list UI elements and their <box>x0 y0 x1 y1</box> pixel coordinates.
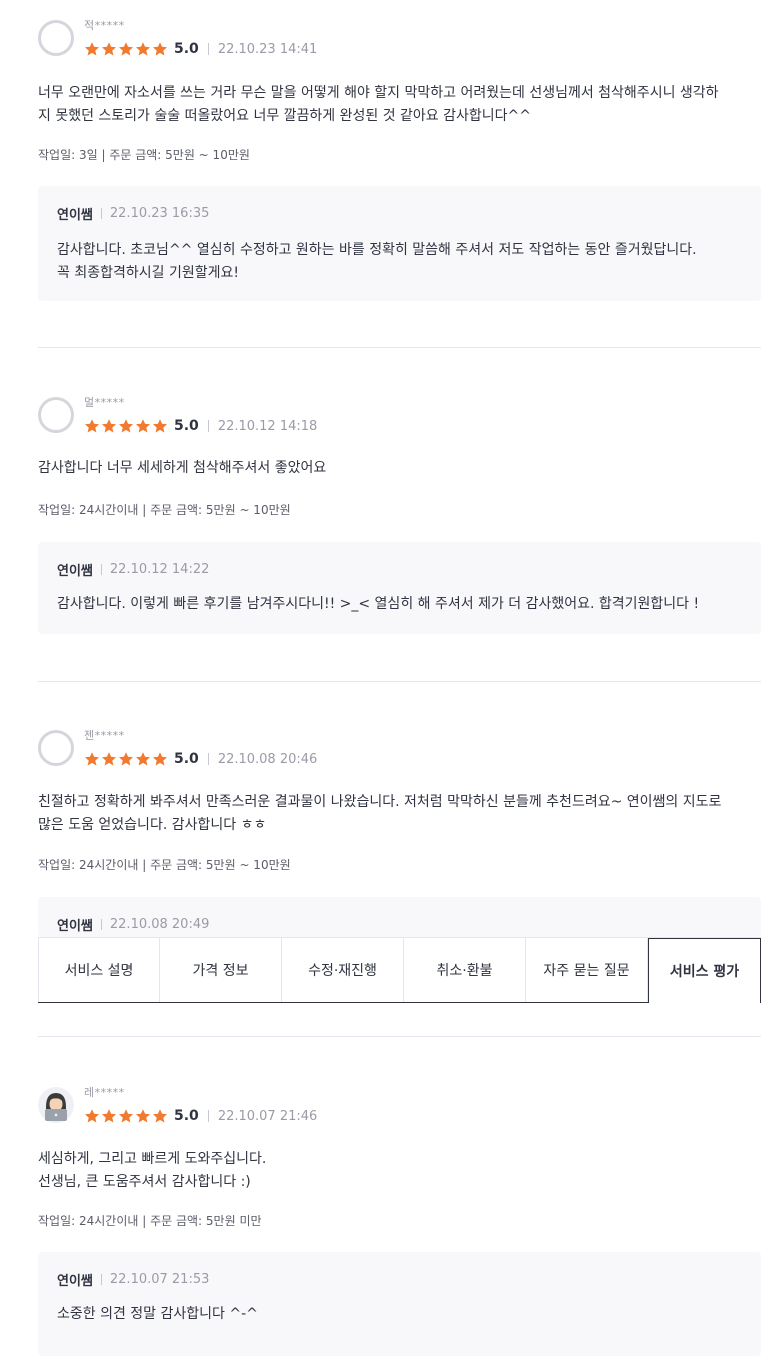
star-icon <box>153 752 167 766</box>
default-avatar-icon <box>38 397 74 433</box>
star-rating <box>84 1108 168 1124</box>
reply-header: 연이쌤 22.10.08 20:49 <box>57 915 209 934</box>
divider <box>100 208 102 219</box>
rating-row: 5.0 22.10.08 20:46 <box>84 750 317 768</box>
divider <box>100 919 102 930</box>
reviewer-nickname: 젠***** <box>84 729 125 742</box>
star-icon <box>119 42 133 56</box>
review-meta: 작업일: 3일 | 주문 금액: 5만원 ~ 10만원 <box>38 148 250 162</box>
star-icon <box>102 1109 116 1123</box>
divider <box>207 420 209 432</box>
star-icon <box>102 752 116 766</box>
reply-text: 감사합니다. 초코님^^ 열심히 수정하고 원하는 바를 정확히 말씀해 주셔서… <box>57 242 697 281</box>
reply-author: 연이쌤 <box>57 564 93 579</box>
star-icon <box>136 1109 150 1123</box>
reply-author: 연이쌤 <box>57 919 93 934</box>
tab-service-description[interactable]: 서비스 설명 <box>38 938 160 1002</box>
reply-header: 연이쌤 22.10.07 21:53 <box>57 1270 209 1289</box>
review-meta: 작업일: 24시간이내 | 주문 금액: 5만원 ~ 10만원 <box>38 858 291 872</box>
reviewer-nickname: 적***** <box>84 19 125 32</box>
review-meta: 작업일: 24시간이내 | 주문 금액: 5만원 ~ 10만원 <box>38 503 291 517</box>
review-date: 22.10.07 21:46 <box>217 1108 318 1124</box>
star-icon <box>119 752 133 766</box>
reply-date: 22.10.12 14:22 <box>109 562 210 577</box>
divider <box>207 1110 209 1122</box>
reply-header: 연이쌤 22.10.23 16:35 <box>57 204 209 223</box>
star-icon <box>102 42 116 56</box>
star-icon <box>119 419 133 433</box>
rating-row: 5.0 22.10.23 14:41 <box>84 40 317 58</box>
star-icon <box>85 1109 99 1123</box>
review-text: 친절하고 정확하게 봐주셔서 만족스러운 결과물이 나왔습니다. 저처럼 막막하… <box>38 794 722 833</box>
tab-faq[interactable]: 자주 묻는 질문 <box>526 938 648 1002</box>
review-text: 감사합니다 너무 세세하게 첨삭해주셔서 좋았어요 <box>38 460 327 476</box>
seller-reply: 연이쌤 22.10.23 16:35 감사합니다. 초코님^^ 열심히 수정하고… <box>38 186 761 301</box>
divider <box>100 1274 102 1285</box>
star-icon <box>85 752 99 766</box>
seller-reply: 연이쌤 22.10.08 20:49 <box>38 897 761 937</box>
reply-author: 연이쌤 <box>57 1274 93 1289</box>
reply-date: 22.10.07 21:53 <box>109 1272 210 1287</box>
divider <box>207 43 209 55</box>
star-icon <box>136 752 150 766</box>
reply-date: 22.10.08 20:49 <box>109 917 210 932</box>
service-tab-bar: 서비스 설명 가격 정보 수정·재진행 취소·환불 자주 묻는 질문 서비스 평… <box>38 937 761 1003</box>
review-divider <box>38 1036 761 1037</box>
star-icon <box>136 42 150 56</box>
star-icon <box>102 419 116 433</box>
review-date: 22.10.08 20:46 <box>217 751 318 767</box>
divider <box>100 564 102 575</box>
star-rating <box>84 41 168 57</box>
reply-text: 소중한 의견 정말 감사합니다 ^-^ <box>57 1306 258 1322</box>
tab-price-info[interactable]: 가격 정보 <box>160 938 282 1002</box>
star-rating <box>84 418 168 434</box>
default-avatar-icon <box>38 730 74 766</box>
star-icon <box>153 42 167 56</box>
reply-header: 연이쌤 22.10.12 14:22 <box>57 560 209 579</box>
star-icon <box>119 1109 133 1123</box>
star-rating <box>84 751 168 767</box>
star-icon <box>153 1109 167 1123</box>
seller-reply: 연이쌤 22.10.12 14:22 감사합니다. 이렇게 빠른 후기를 남겨주… <box>38 542 761 634</box>
reviewer-nickname: 멀***** <box>84 396 125 409</box>
rating-score: 5.0 <box>174 41 199 57</box>
review-date: 22.10.23 14:41 <box>217 41 318 57</box>
seller-reply: 연이쌤 22.10.07 21:53 소중한 의견 정말 감사합니다 ^-^ <box>38 1252 761 1356</box>
rating-score: 5.0 <box>174 1108 199 1124</box>
rating-score: 5.0 <box>174 751 199 767</box>
tab-cancel-refund[interactable]: 취소·환불 <box>404 938 526 1002</box>
tab-revision[interactable]: 수정·재진행 <box>282 938 404 1002</box>
reviewer-nickname: 레***** <box>84 1086 125 1099</box>
reply-author: 연이쌤 <box>57 208 93 223</box>
divider <box>207 753 209 765</box>
review-meta: 작업일: 24시간이내 | 주문 금액: 5만원 미만 <box>38 1214 262 1228</box>
review-date: 22.10.12 14:18 <box>217 418 318 434</box>
rating-row: 5.0 22.10.12 14:18 <box>84 417 317 435</box>
tab-service-reviews[interactable]: 서비스 평가 <box>648 938 761 1003</box>
star-icon <box>136 419 150 433</box>
rating-score: 5.0 <box>174 418 199 434</box>
star-icon <box>85 42 99 56</box>
review-divider <box>38 681 761 682</box>
review-text: 너무 오랜만에 자소서를 쓰는 거라 무슨 말을 어떻게 해야 할지 막막하고 … <box>38 85 719 124</box>
review-text: 세심하게, 그리고 빠르게 도와주십니다. 선생님, 큰 도움주셔서 감사합니다… <box>38 1151 267 1190</box>
star-icon <box>85 419 99 433</box>
review-divider <box>38 347 761 348</box>
reply-text: 감사합니다. 이렇게 빠른 후기를 남겨주시다니!! >_< 열심히 해 주셔서… <box>57 596 700 612</box>
default-avatar-icon <box>38 20 74 56</box>
laptop-person-avatar-icon <box>38 1087 74 1123</box>
star-icon <box>153 419 167 433</box>
reply-date: 22.10.23 16:35 <box>109 206 210 221</box>
rating-row: 5.0 22.10.07 21:46 <box>84 1107 317 1125</box>
